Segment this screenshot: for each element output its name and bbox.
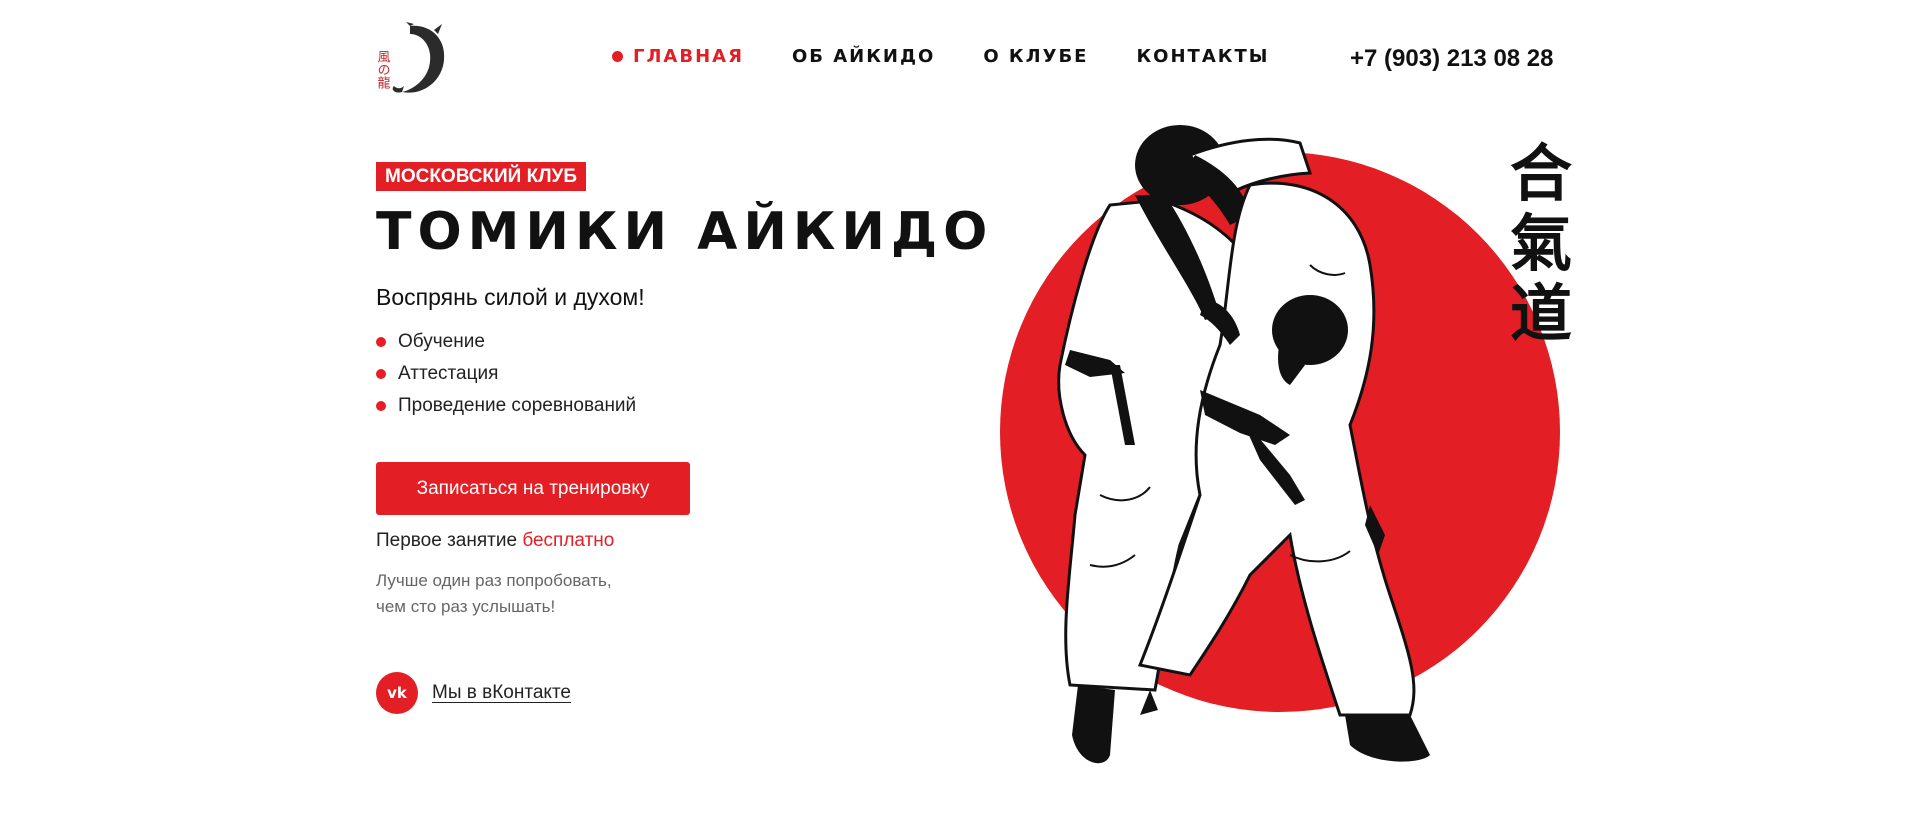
- signup-training-button[interactable]: Записаться на тренировку: [376, 462, 690, 515]
- main-nav: ГЛАВНАЯ ОБ АЙКИДО О КЛУБЕ КОНТАКТЫ: [612, 46, 1317, 67]
- phone-link[interactable]: +7 (903) 213 08 28: [1350, 45, 1554, 73]
- club-logo[interactable]: 風の龍: [372, 20, 450, 100]
- logo-glyphs: 風の龍: [375, 50, 391, 89]
- bullet-icon: [376, 401, 386, 411]
- feature-label: Аттестация: [398, 363, 499, 384]
- hero-quote: Лучше один раз попробовать, чем сто раз …: [376, 568, 612, 620]
- nav-item-contacts[interactable]: КОНТАКТЫ: [1136, 46, 1269, 67]
- hero-subtitle: Воспрянь силой и духом!: [376, 284, 645, 310]
- aikido-kanji: 合 氣 道: [1510, 137, 1572, 350]
- feature-label: Проведение соревнований: [398, 395, 637, 416]
- nav-item-about-aikido[interactable]: ОБ АЙКИДО: [792, 46, 935, 67]
- quote-line: Лучше один раз попробовать,: [376, 571, 612, 590]
- nav-item-label: О КЛУБЕ: [983, 46, 1089, 67]
- kanji-glyph: 合: [1510, 137, 1572, 210]
- list-item: Аттестация: [376, 358, 636, 390]
- nav-item-label: ОБ АЙКИДО: [791, 46, 936, 67]
- nav-item-label: ГЛАВНАЯ: [633, 46, 744, 67]
- vk-link-label: Мы в вКонтакте: [432, 682, 571, 703]
- page-title: ТОМИКИ АЙКИДО: [376, 202, 994, 262]
- free-lesson-note: Первое занятие бесплатно: [376, 530, 614, 552]
- kanji-glyph: 氣: [1510, 207, 1572, 280]
- nav-active-dot-icon: [612, 51, 623, 62]
- list-item: Обучение: [376, 326, 636, 358]
- feature-label: Обучение: [398, 331, 485, 352]
- nav-item-about-club[interactable]: О КЛУБЕ: [983, 46, 1088, 67]
- vk-icon: vk: [376, 672, 418, 714]
- dragon-logo-icon: 風の龍: [375, 22, 445, 93]
- feature-list: Обучение Аттестация Проведение соревнова…: [376, 326, 636, 422]
- bullet-icon: [376, 337, 386, 347]
- bullet-icon: [376, 369, 386, 379]
- vk-link[interactable]: vk Мы в вКонтакте: [376, 672, 571, 714]
- nav-item-home[interactable]: ГЛАВНАЯ: [612, 46, 744, 67]
- aikido-illustration: 合 氣 道: [1000, 125, 1572, 764]
- free-note-accent: бесплатно: [522, 530, 615, 551]
- quote-line: чем сто раз услышать!: [376, 597, 556, 616]
- list-item: Проведение соревнований: [376, 390, 636, 422]
- nav-item-label: КОНТАКТЫ: [1136, 46, 1270, 67]
- free-note-prefix: Первое занятие: [376, 530, 518, 551]
- kanji-glyph: 道: [1510, 277, 1572, 350]
- club-badge: МОСКОВСКИЙ КЛУБ: [376, 162, 587, 191]
